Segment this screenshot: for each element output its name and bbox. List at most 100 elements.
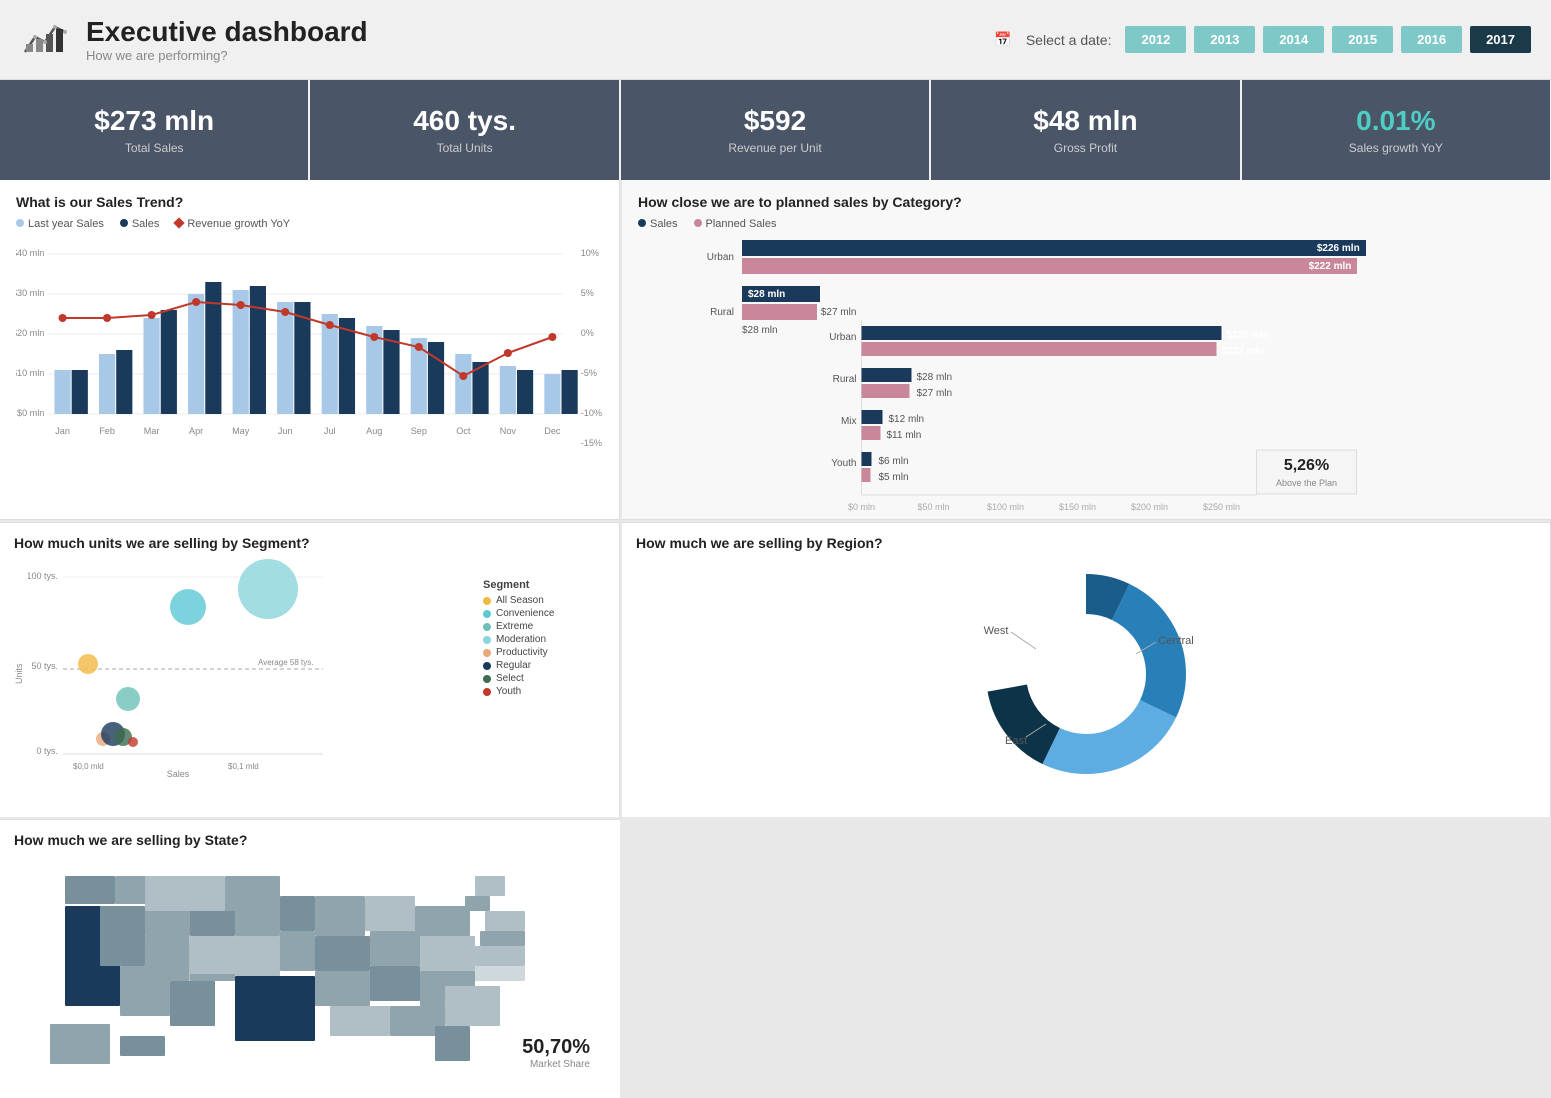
market-share-label: Market Share: [522, 1059, 590, 1070]
svg-text:$40 mln: $40 mln: [16, 248, 44, 258]
region-panel: How much we are selling by Region? West …: [622, 522, 1551, 817]
header-title-block: Executive dashboard How we are performin…: [86, 16, 368, 63]
planned-sales-title: How close we are to planned sales by Cat…: [638, 194, 1535, 210]
svg-text:$250 mln: $250 mln: [1203, 502, 1240, 512]
svg-text:5%: 5%: [581, 288, 594, 298]
kpi-gross-value: $48 mln: [1033, 105, 1137, 137]
hbar-value-planned-rural: $27 mln: [821, 307, 857, 318]
kpi-sales-growth: 0.01% Sales growth YoY: [1242, 80, 1550, 180]
year-2012-button[interactable]: 2012: [1125, 26, 1186, 53]
kpi-growth-value: 0.01%: [1356, 105, 1435, 137]
planned-sales-panel: How close we are to planned sales by Cat…: [622, 180, 1551, 520]
year-2013-button[interactable]: 2013: [1194, 26, 1255, 53]
dashboard-title: Executive dashboard: [86, 16, 368, 48]
year-2016-button[interactable]: 2016: [1401, 26, 1462, 53]
hbar-planned-rural: $27 mln: [742, 304, 1435, 320]
state-title: How much we are selling by State?: [14, 832, 606, 848]
y-axis-label: Units: [14, 559, 24, 789]
svg-text:$0,1 mld: $0,1 mld: [228, 762, 259, 771]
hbar-value-sales-urban: $226 mln: [1317, 243, 1360, 254]
svg-text:$150 mln: $150 mln: [1059, 502, 1096, 512]
kpi-row: $273 mln Total Sales 460 tys. Total Unit…: [0, 80, 1551, 180]
svg-text:$100 mln: $100 mln: [987, 502, 1024, 512]
planned-sales-legend-dot: Planned Sales: [694, 218, 777, 230]
hbar-label-rural: Rural: [688, 307, 734, 318]
svg-text:$11 mln: $11 mln: [887, 430, 922, 441]
kpi-total-units-value: 460 tys.: [413, 105, 516, 137]
hbar-fill-sales-rural: $28 mln: [742, 286, 820, 302]
seg-youth: Youth: [483, 686, 605, 697]
region-title: How much we are selling by Region?: [636, 535, 1536, 551]
date-label: Select a date:: [1026, 32, 1112, 48]
kpi-total-units-label: Total Units: [437, 141, 493, 155]
hbar-row-urban: Urban $226 mln $222 mln: [688, 240, 1435, 274]
svg-text:$0 mln: $0 mln: [848, 502, 875, 512]
seg-select: Select: [483, 673, 605, 684]
svg-text:50 tys.: 50 tys.: [31, 661, 58, 671]
calendar-icon: 📅: [994, 31, 1011, 48]
svg-text:$20 mln: $20 mln: [16, 328, 44, 338]
donut-container: West Central East: [636, 559, 1536, 789]
segment-chart-container: Units 100 tys. 50 tys. 0 tys. Average 58…: [14, 559, 605, 789]
year-2017-button[interactable]: 2017: [1470, 26, 1531, 53]
svg-text:Mix: Mix: [841, 416, 857, 427]
svg-text:Above the Plan: Above the Plan: [1276, 478, 1337, 488]
svg-text:$226 mln: $226 mln: [1227, 330, 1270, 341]
svg-text:$0 mln: $0 mln: [17, 408, 44, 418]
revenue-growth-legend: Revenue growth YoY: [175, 218, 290, 230]
kpi-growth-label: Sales growth YoY: [1349, 141, 1443, 155]
svg-text:10%: 10%: [581, 248, 599, 258]
seg-all-season: All Season: [483, 595, 605, 606]
svg-text:Apr: Apr: [189, 426, 203, 436]
hbar-chart: Urban $226 mln $222 mln Rural: [638, 240, 1535, 338]
svg-text:$0,0 mld: $0,0 mld: [73, 762, 104, 771]
svg-text:$10 mln: $10 mln: [16, 368, 44, 378]
svg-text:Sales: Sales: [167, 769, 190, 779]
seg-extreme-label: Extreme: [496, 621, 533, 632]
hbar-fill-sales-urban: $226 mln: [742, 240, 1366, 256]
svg-text:Jun: Jun: [278, 426, 293, 436]
logo: [20, 12, 70, 67]
svg-text:Feb: Feb: [99, 426, 115, 436]
seg-all-season-label: All Season: [496, 595, 544, 606]
segment-title: How much units we are selling by Segment…: [14, 535, 605, 551]
hbar-planned-urban: $222 mln: [742, 258, 1435, 274]
year-2014-button[interactable]: 2014: [1263, 26, 1324, 53]
svg-text:East: East: [1005, 735, 1027, 747]
header: Executive dashboard How we are performin…: [0, 0, 1551, 80]
svg-text:Mar: Mar: [144, 426, 160, 436]
svg-text:Rural: Rural: [833, 374, 857, 385]
kpi-total-sales: $273 mln Total Sales: [0, 80, 308, 180]
year-2015-button[interactable]: 2015: [1332, 26, 1393, 53]
svg-text:$200 mln: $200 mln: [1131, 502, 1168, 512]
hbar-label-rural-sales: $28 mln: [742, 325, 778, 336]
kpi-gross-profit: $48 mln Gross Profit: [931, 80, 1239, 180]
sales-trend-legend: Last year Sales Sales Revenue growth YoY: [16, 218, 603, 230]
svg-text:0 tys.: 0 tys.: [36, 746, 58, 756]
donut-svg: West Central East: [936, 559, 1236, 789]
svg-text:0%: 0%: [581, 328, 594, 338]
sales-legend-dot: Sales: [638, 218, 678, 230]
hbar-sales-urban: $226 mln: [742, 240, 1435, 256]
hbar-fill-planned-rural: [742, 304, 817, 320]
segment-panel: How much units we are selling by Segment…: [0, 522, 620, 817]
us-map-svg: [14, 856, 606, 1076]
seg-productivity-label: Productivity: [496, 647, 548, 658]
hbar-sales-rural: $28 mln: [742, 286, 1435, 302]
date-selector: 📅 Select a date: 2012 2013 2014 2015 201…: [994, 26, 1531, 53]
state-panel: How much we are selling by State?: [0, 819, 620, 1098]
hbar-value-sales-rural: $28 mln: [748, 289, 785, 300]
svg-text:-15%: -15%: [581, 438, 602, 448]
svg-text:100 tys.: 100 tys.: [28, 571, 58, 581]
svg-text:Dec: Dec: [544, 426, 561, 436]
svg-text:Youth: Youth: [831, 458, 856, 469]
kpi-revenue-per-unit: $592 Revenue per Unit: [621, 80, 929, 180]
sales-legend: Sales: [120, 218, 160, 230]
svg-text:West: West: [984, 625, 1009, 637]
seg-regular: Regular: [483, 660, 605, 671]
kpi-gross-label: Gross Profit: [1054, 141, 1117, 155]
svg-text:$50 mln: $50 mln: [917, 502, 949, 512]
sales-trend-chart: $40 mln $30 mln $20 mln $10 mln $0 mln 1…: [16, 236, 603, 456]
svg-text:Average 58 tys.: Average 58 tys.: [258, 658, 313, 667]
kpi-revenue-label: Revenue per Unit: [728, 141, 821, 155]
